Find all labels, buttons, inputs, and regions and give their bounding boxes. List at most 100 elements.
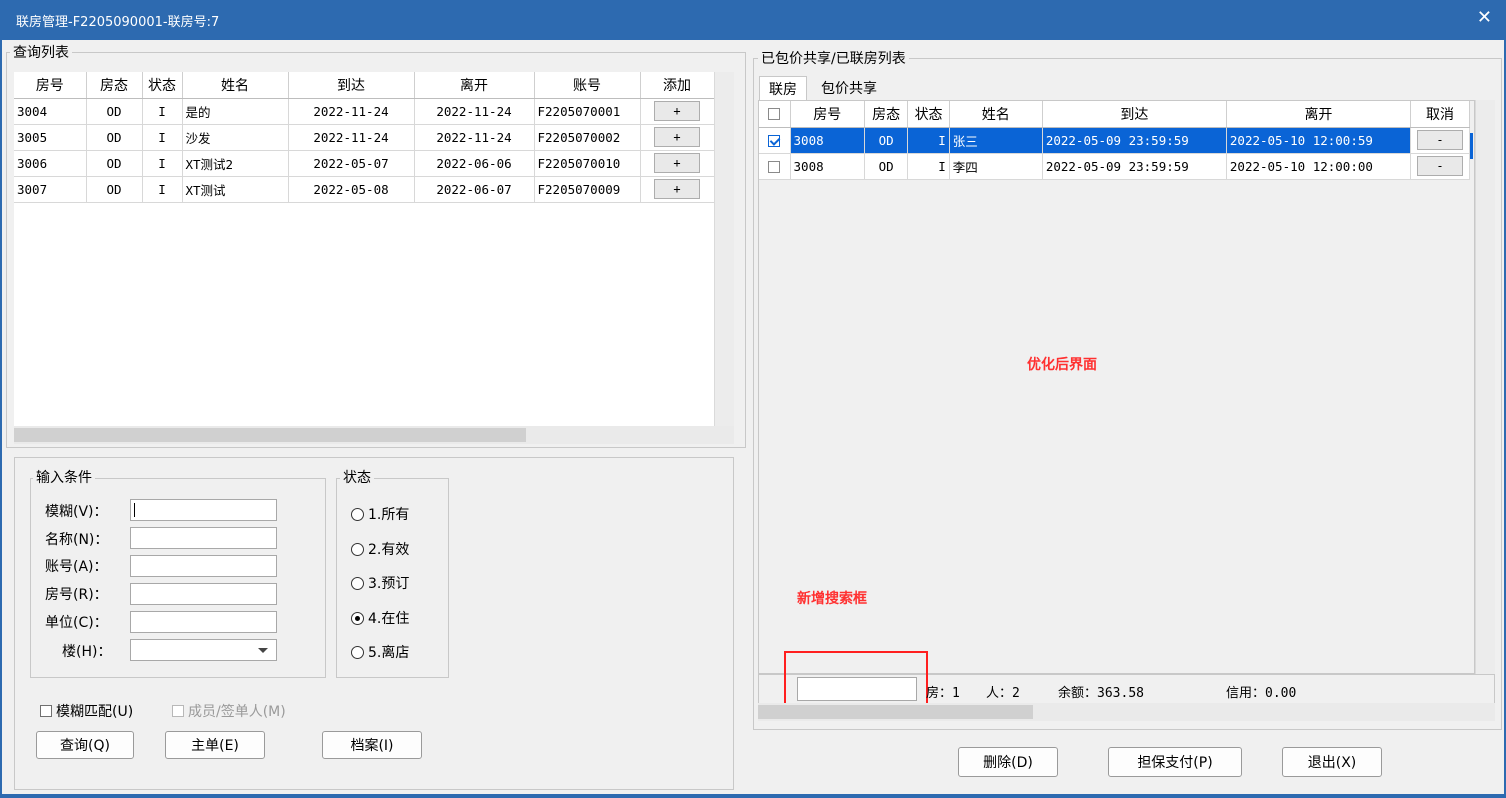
cell-room-state: OD — [864, 153, 909, 180]
add-row-button[interactable]: + — [654, 127, 700, 147]
cell-account: F2205070009 — [534, 176, 641, 203]
room-input[interactable] — [130, 583, 277, 605]
add-row-button[interactable]: + — [654, 153, 700, 173]
query-list-title: 查询列表 — [10, 42, 72, 62]
member-checkbox[interactable]: 成员/签单人(M) — [172, 701, 286, 721]
checkbox-icon — [40, 705, 52, 717]
delete-button[interactable]: 删除(D) — [958, 747, 1058, 777]
cell-account: F2205070001 — [534, 98, 641, 125]
cell-status: I — [142, 98, 183, 125]
hscroll-thumb[interactable] — [758, 705, 1033, 719]
radio-icon — [351, 507, 364, 521]
col-status[interactable]: 状态 — [142, 72, 183, 99]
col-select-all[interactable] — [759, 101, 791, 128]
cancel-row-button[interactable]: - — [1416, 156, 1463, 176]
row-checkbox[interactable] — [768, 160, 781, 173]
profile-button[interactable]: 档案(I) — [322, 731, 422, 759]
cell-name: 沙发 — [182, 124, 289, 151]
conditions-title: 输入条件 — [33, 467, 95, 487]
cancel-row-button[interactable]: - — [1416, 130, 1463, 150]
name-input[interactable] — [130, 527, 277, 549]
account-input[interactable] — [130, 555, 277, 577]
cell-add: + — [640, 98, 714, 125]
window-title: 联房管理-F2205090001-联房号:7 — [16, 15, 220, 30]
status-radio-all[interactable]: 1.所有 — [351, 504, 409, 524]
add-row-button[interactable]: + — [654, 101, 700, 121]
table-row[interactable]: 3008 OD I 李四 2022-05-09 23:59:59 2022-05… — [759, 153, 1471, 180]
col-arrive[interactable]: 到达 — [1042, 101, 1227, 128]
table-row-selected[interactable]: 3008 OD I 张三 2022-05-09 23:59:59 2022-05… — [759, 127, 1471, 154]
tab-linked-rooms[interactable]: 联房 — [759, 76, 807, 100]
linked-table-hscrollbar[interactable] — [758, 703, 1495, 721]
people-count: 人：2 — [986, 686, 1020, 701]
unit-input[interactable] — [130, 611, 277, 633]
table-row[interactable]: 3007 OD I XT测试 2022-05-08 2022-06-07 F22… — [14, 176, 714, 203]
status-radio-inhouse[interactable]: 4.在住 — [351, 608, 409, 628]
cell-depart: 2022-06-07 — [414, 176, 535, 203]
query-button[interactable]: 查询(Q) — [36, 731, 134, 759]
room-label: 房号(R)： — [45, 587, 108, 603]
cell-account: F2205070002 — [534, 124, 641, 151]
cell-status: I — [907, 127, 950, 154]
tab-package-share[interactable]: 包价共享 — [810, 76, 888, 100]
exit-button[interactable]: 退出(X) — [1282, 747, 1382, 777]
cell-depart: 2022-11-24 — [414, 124, 535, 151]
linked-table-vscrollbar[interactable] — [1475, 100, 1495, 674]
name-label: 名称(N)： — [45, 532, 109, 548]
cell-depart: 2022-05-10 12:00:59 — [1226, 127, 1411, 154]
query-table-vscrollbar[interactable] — [714, 72, 734, 426]
col-add[interactable]: 添加 — [640, 72, 714, 99]
building-label: 楼(H)： — [62, 644, 112, 660]
add-row-button[interactable]: + — [654, 179, 700, 199]
hscroll-thumb[interactable] — [14, 428, 526, 442]
member-label: 成员/签单人(M) — [188, 704, 286, 720]
cell-room-state: OD — [864, 127, 909, 154]
col-depart[interactable]: 离开 — [1226, 101, 1411, 128]
cell-status: I — [142, 124, 183, 151]
col-room-state[interactable]: 房态 — [864, 101, 909, 128]
cell-cancel: - — [1410, 153, 1471, 180]
cell-arrive: 2022-11-24 — [288, 98, 415, 125]
col-arrive[interactable]: 到达 — [288, 72, 415, 99]
cell-status: I — [142, 150, 183, 177]
linked-table: 房号 房态 状态 姓名 到达 离开 取消 3008 OD I 张三 2022-0… — [759, 101, 1471, 180]
select-all-checkbox[interactable] — [768, 107, 781, 120]
col-room-state[interactable]: 房态 — [86, 72, 143, 99]
fuzzy-input[interactable] — [130, 499, 277, 521]
col-account[interactable]: 账号 — [534, 72, 641, 99]
master-button[interactable]: 主单(E) — [165, 731, 265, 759]
col-name[interactable]: 姓名 — [949, 101, 1043, 128]
col-room[interactable]: 房号 — [790, 101, 865, 128]
col-status[interactable]: 状态 — [907, 101, 950, 128]
cell-name: 张三 — [949, 127, 1043, 154]
cell-room-state: OD — [86, 176, 143, 203]
table-row[interactable]: 3005 OD I 沙发 2022-11-24 2022-11-24 F2205… — [14, 124, 714, 151]
radio-icon — [351, 576, 364, 590]
building-select[interactable] — [130, 639, 277, 661]
status-radio-reserved[interactable]: 3.预订 — [351, 573, 409, 593]
query-table-hscrollbar[interactable] — [14, 426, 734, 444]
cell-arrive: 2022-05-09 23:59:59 — [1042, 127, 1227, 154]
fuzzy-match-label: 模糊匹配(U) — [56, 704, 134, 720]
radio-selected-icon — [351, 611, 364, 625]
row-checkbox-checked[interactable] — [768, 134, 781, 147]
guarantee-pay-button[interactable]: 担保支付(P) — [1108, 747, 1242, 777]
status-radio-checkedout[interactable]: 5.离店 — [351, 642, 409, 662]
account-label: 账号(A)： — [45, 559, 108, 575]
col-name[interactable]: 姓名 — [182, 72, 289, 99]
query-table: 房号 房态 状态 姓名 到达 离开 账号 添加 3004 OD I 是的 202… — [14, 72, 714, 203]
col-depart[interactable]: 离开 — [414, 72, 535, 99]
fuzzy-match-checkbox[interactable]: 模糊匹配(U) — [40, 701, 133, 721]
status-option-label: 3.预订 — [368, 576, 410, 592]
query-table-header: 房号 房态 状态 姓名 到达 离开 账号 添加 — [14, 72, 714, 99]
credit-amount: 信用：0.00 — [1226, 686, 1297, 701]
status-option-label: 4.在住 — [368, 611, 410, 627]
annotation-new-search: 新增搜索框 — [797, 591, 867, 607]
col-cancel[interactable]: 取消 — [1410, 101, 1471, 128]
table-row[interactable]: 3006 OD I XT测试2 2022-05-07 2022-06-06 F2… — [14, 150, 714, 177]
col-room[interactable]: 房号 — [14, 72, 87, 99]
close-icon[interactable]: ✕ — [1477, 7, 1492, 28]
status-radio-valid[interactable]: 2.有效 — [351, 539, 409, 559]
cell-room-state: OD — [86, 98, 143, 125]
table-row[interactable]: 3004 OD I 是的 2022-11-24 2022-11-24 F2205… — [14, 98, 714, 125]
